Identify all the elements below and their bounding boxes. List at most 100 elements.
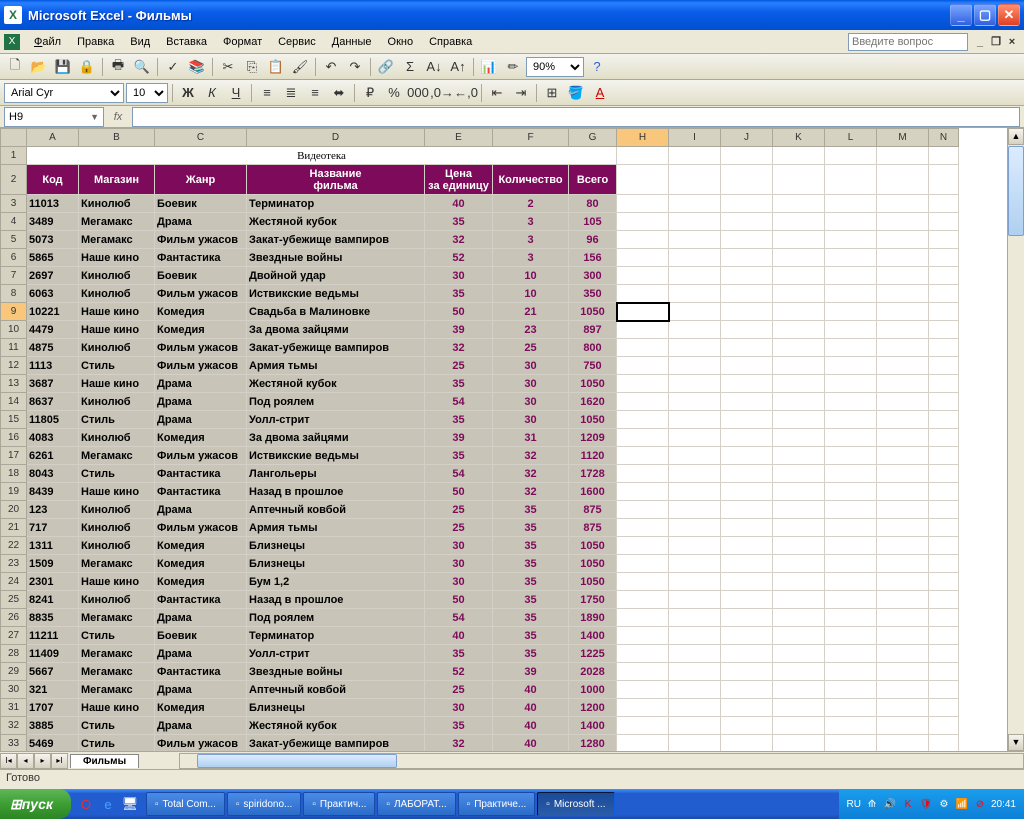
cell[interactable]: [877, 147, 929, 165]
row-header[interactable]: 11: [1, 339, 27, 357]
cell[interactable]: [877, 195, 929, 213]
cell[interactable]: [669, 165, 721, 195]
cell[interactable]: [617, 663, 669, 681]
data-cell[interactable]: Близнецы: [247, 555, 425, 573]
data-cell[interactable]: 35: [425, 447, 493, 465]
data-cell[interactable]: Наше кино: [79, 483, 155, 501]
lang-indicator[interactable]: RU: [847, 799, 861, 810]
row-header[interactable]: 6: [1, 249, 27, 267]
cell[interactable]: [825, 591, 877, 609]
cell[interactable]: [669, 447, 721, 465]
menu-edit[interactable]: Правка: [69, 34, 122, 50]
cell[interactable]: [721, 717, 773, 735]
chart-icon[interactable]: 📊: [478, 56, 500, 78]
cell[interactable]: [669, 645, 721, 663]
data-cell[interactable]: 1200: [569, 699, 617, 717]
row-header[interactable]: 20: [1, 501, 27, 519]
data-cell[interactable]: 875: [569, 519, 617, 537]
cell[interactable]: [929, 357, 959, 375]
cell[interactable]: [617, 465, 669, 483]
data-cell[interactable]: Жестяной кубок: [247, 717, 425, 735]
row-header[interactable]: 27: [1, 627, 27, 645]
data-cell[interactable]: Драма: [155, 717, 247, 735]
comma-icon[interactable]: 000: [407, 82, 429, 104]
data-cell[interactable]: 1209: [569, 429, 617, 447]
data-cell[interactable]: Уолл-стрит: [247, 645, 425, 663]
cell[interactable]: [773, 165, 825, 195]
row-header[interactable]: 21: [1, 519, 27, 537]
data-cell[interactable]: Фильм ужасов: [155, 735, 247, 752]
cell[interactable]: [617, 393, 669, 411]
data-cell[interactable]: Жестяной кубок: [247, 213, 425, 231]
col-header-H[interactable]: H: [617, 129, 669, 147]
data-cell[interactable]: Мегамакс: [79, 213, 155, 231]
data-cell[interactable]: Под роялем: [247, 393, 425, 411]
table-header[interactable]: Всего: [569, 165, 617, 195]
data-cell[interactable]: 897: [569, 321, 617, 339]
cell[interactable]: [773, 735, 825, 752]
data-cell[interactable]: Мегамакс: [79, 663, 155, 681]
data-cell[interactable]: Фильм ужасов: [155, 339, 247, 357]
cell[interactable]: [617, 321, 669, 339]
cell[interactable]: [669, 213, 721, 231]
copy-icon[interactable]: ⎘: [241, 56, 263, 78]
data-cell[interactable]: Закат-убежище вампиров: [247, 735, 425, 752]
cell[interactable]: [721, 339, 773, 357]
data-cell[interactable]: Комедия: [155, 321, 247, 339]
cell[interactable]: [669, 627, 721, 645]
data-cell[interactable]: Боевик: [155, 627, 247, 645]
data-cell[interactable]: 52: [425, 249, 493, 267]
data-cell[interactable]: 5865: [27, 249, 79, 267]
row-header[interactable]: 2: [1, 165, 27, 195]
data-cell[interactable]: 40: [493, 735, 569, 752]
cell[interactable]: [617, 483, 669, 501]
cell[interactable]: [825, 195, 877, 213]
cell[interactable]: [669, 285, 721, 303]
cell[interactable]: [617, 627, 669, 645]
cell[interactable]: [721, 267, 773, 285]
cell[interactable]: [773, 213, 825, 231]
doc-close-button[interactable]: ×: [1004, 34, 1020, 50]
cell[interactable]: [929, 447, 959, 465]
data-cell[interactable]: 32: [425, 339, 493, 357]
ie-icon[interactable]: e: [99, 795, 117, 813]
table-title[interactable]: Видеотека: [27, 147, 617, 165]
col-header-G[interactable]: G: [569, 129, 617, 147]
inc-indent-icon[interactable]: ⇥: [510, 82, 532, 104]
data-cell[interactable]: Кинолюб: [79, 429, 155, 447]
cell[interactable]: [669, 393, 721, 411]
data-cell[interactable]: Армия тьмы: [247, 519, 425, 537]
cell[interactable]: [617, 501, 669, 519]
cell[interactable]: [617, 537, 669, 555]
row-header[interactable]: 25: [1, 591, 27, 609]
tab-prev-icon[interactable]: ◂: [17, 753, 34, 769]
data-cell[interactable]: 35: [425, 411, 493, 429]
row-header[interactable]: 15: [1, 411, 27, 429]
cell[interactable]: [669, 483, 721, 501]
cell[interactable]: [773, 321, 825, 339]
cell[interactable]: [877, 483, 929, 501]
opera-icon[interactable]: O: [77, 795, 95, 813]
cell[interactable]: [721, 321, 773, 339]
table-header[interactable]: Код: [27, 165, 79, 195]
cell[interactable]: [825, 429, 877, 447]
cell[interactable]: [929, 663, 959, 681]
taskbar-task[interactable]: ▫Total Com...: [146, 792, 225, 816]
col-header-M[interactable]: M: [877, 129, 929, 147]
data-cell[interactable]: 2697: [27, 267, 79, 285]
data-cell[interactable]: 35: [425, 375, 493, 393]
data-cell[interactable]: Стиль: [79, 357, 155, 375]
cell[interactable]: [721, 537, 773, 555]
cell[interactable]: [617, 231, 669, 249]
redo-icon[interactable]: ↷: [344, 56, 366, 78]
row-header[interactable]: 33: [1, 735, 27, 752]
cell[interactable]: [825, 303, 877, 321]
data-cell[interactable]: Бум 1,2: [247, 573, 425, 591]
data-cell[interactable]: 21: [493, 303, 569, 321]
cell[interactable]: [721, 231, 773, 249]
cell[interactable]: [877, 357, 929, 375]
cell[interactable]: [721, 627, 773, 645]
col-header-F[interactable]: F: [493, 129, 569, 147]
cell[interactable]: [877, 321, 929, 339]
cell[interactable]: [773, 267, 825, 285]
